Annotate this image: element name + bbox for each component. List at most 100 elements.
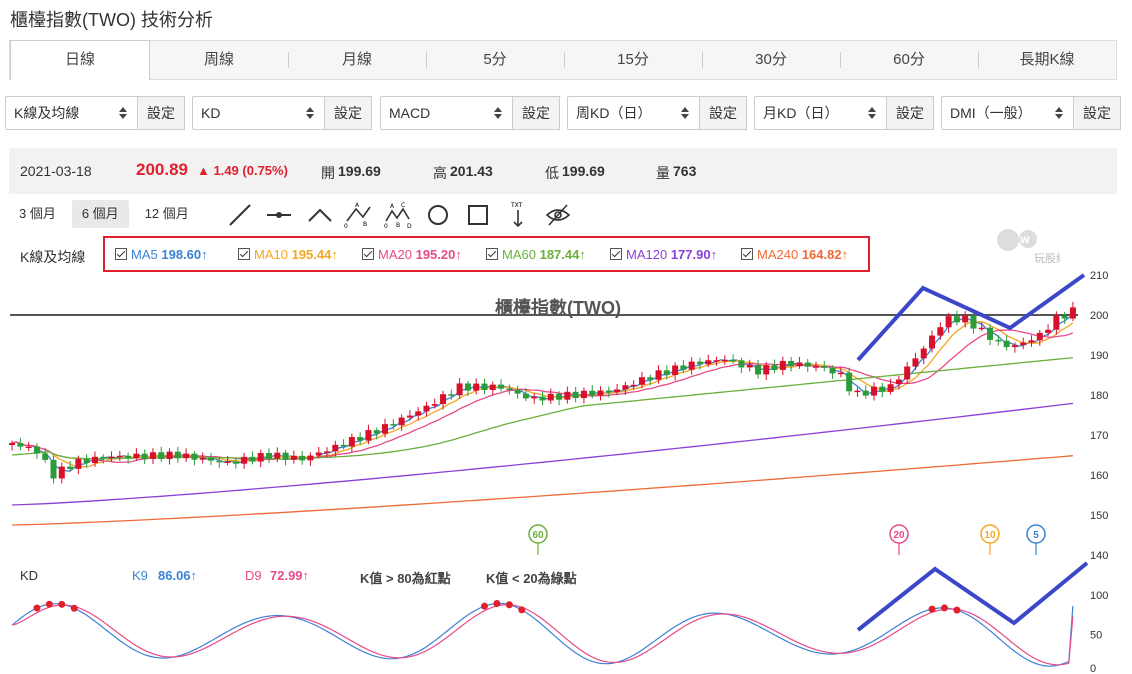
candle-body <box>390 424 397 426</box>
candle-body <box>448 394 455 396</box>
price-axis-tick: 200 <box>1090 310 1108 322</box>
candle-body <box>265 453 272 459</box>
kd-overbought-dot <box>70 604 78 612</box>
candle-body <box>116 455 123 458</box>
candle-body <box>257 453 264 462</box>
candle-body <box>622 385 629 390</box>
price-axis-tick: 150 <box>1090 510 1108 522</box>
candle-body <box>315 452 322 456</box>
kd-axis-tick: 100 <box>1090 590 1108 602</box>
candle-body <box>473 383 480 391</box>
candle-body <box>663 370 670 375</box>
candle-body <box>91 456 98 464</box>
candle-body <box>456 383 463 396</box>
candle-body <box>481 383 488 390</box>
candle-body <box>406 415 413 418</box>
candle-body <box>1028 340 1035 343</box>
candle-body <box>796 362 803 367</box>
candle-body <box>332 444 339 452</box>
candle-body <box>937 327 944 336</box>
candle-body <box>514 389 521 394</box>
candle-body <box>100 456 107 459</box>
candle-body <box>50 459 57 479</box>
kd-overbought-dot <box>940 604 948 612</box>
candle-body <box>42 453 49 460</box>
candle-body <box>779 360 786 370</box>
candle-body <box>862 390 869 396</box>
candle-body <box>9 443 16 445</box>
candle-body <box>299 455 306 461</box>
ma-line-ma240 <box>12 455 1073 526</box>
candle-body <box>589 390 596 396</box>
kd-axis-tick: 50 <box>1090 630 1102 642</box>
candle-body <box>282 452 289 460</box>
drawn-kd-pattern <box>856 561 1089 632</box>
candle-body <box>506 388 513 391</box>
candle-body <box>696 361 703 365</box>
kd-overbought-dot <box>928 605 936 613</box>
candle-body <box>17 443 24 447</box>
ma-line-ma60 <box>12 356 1073 460</box>
candle-body <box>987 327 994 340</box>
kd-overbought-dot <box>480 602 488 610</box>
kd-note-green: K值 < 20為綠點 <box>486 571 577 586</box>
kd-axis-tick: 0 <box>1090 663 1096 674</box>
candle-body <box>754 364 761 375</box>
candle-body <box>978 327 985 330</box>
candle-body <box>241 456 248 464</box>
candle-body <box>638 377 645 385</box>
price-axis-tick: 140 <box>1090 550 1108 562</box>
candle-body <box>953 316 960 323</box>
candle-body <box>788 360 795 367</box>
candle-body <box>1011 345 1018 348</box>
candle-body <box>141 453 148 459</box>
kd-header: KD K9 86.06↑ D9 72.99↑ K值 > 80為紅點 K值 < 2… <box>20 568 720 586</box>
candle-body <box>183 453 190 459</box>
price-axis-tick: 190 <box>1090 350 1108 362</box>
candle-body <box>1045 329 1052 333</box>
candle-body <box>614 389 621 393</box>
candle-body <box>672 365 679 375</box>
price-axis-tick: 170 <box>1090 430 1108 442</box>
candle-body <box>423 405 430 412</box>
candle-body <box>713 360 720 362</box>
ma-marker-label: 20 <box>893 530 905 541</box>
candle-body <box>75 458 82 469</box>
kd-overbought-dot <box>953 606 961 614</box>
candle-body <box>879 386 886 392</box>
candle-body <box>630 384 637 387</box>
kd-overbought-dot <box>505 601 513 609</box>
candle-body <box>837 372 844 375</box>
candle-body <box>149 452 156 459</box>
candle-body <box>398 417 405 426</box>
candle-body <box>846 372 853 392</box>
kd-overbought-dot <box>518 606 526 614</box>
kd-overbought-dot <box>33 604 41 612</box>
candle-body <box>920 348 927 359</box>
candle-body <box>813 366 820 368</box>
candle-body <box>199 457 206 460</box>
candle-body <box>158 452 165 460</box>
candle-body <box>970 315 977 329</box>
candle-body <box>962 315 969 323</box>
candle-body <box>1069 307 1076 319</box>
candle-body <box>166 451 173 460</box>
candle-body <box>854 390 861 393</box>
candle-body <box>705 360 712 365</box>
candle-body <box>224 461 231 463</box>
ma-marker-label: 60 <box>532 530 544 541</box>
kd-overbought-dot <box>58 600 66 608</box>
k-label: K9 <box>132 568 148 583</box>
kd-overbought-dot <box>493 599 501 607</box>
chart-title: 櫃檯指數(TWO) <box>495 297 621 318</box>
candle-body <box>232 461 239 464</box>
candle-body <box>929 335 936 349</box>
candle-body <box>522 393 529 399</box>
candle-body <box>572 391 579 399</box>
candle-body <box>547 393 554 401</box>
candle-body <box>489 384 496 390</box>
candle-body <box>1020 342 1027 346</box>
candle-body <box>746 364 753 368</box>
candle-body <box>605 390 612 393</box>
candle-body <box>871 386 878 396</box>
